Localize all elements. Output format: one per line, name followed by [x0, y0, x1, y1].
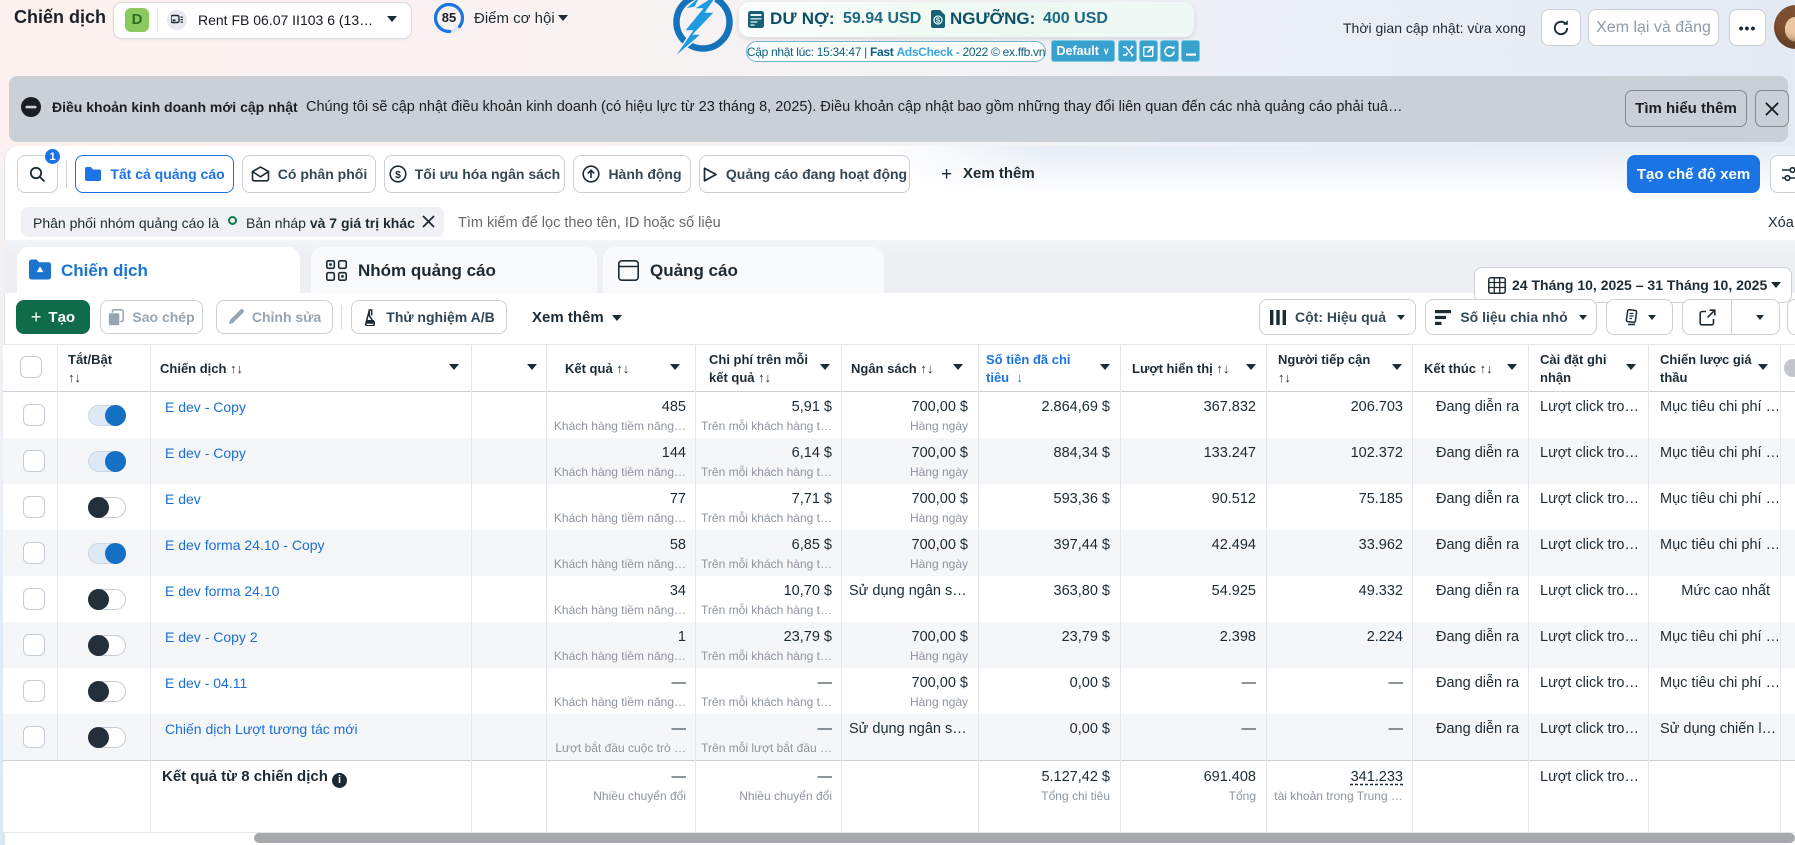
svg-text:$: $ [395, 169, 401, 181]
